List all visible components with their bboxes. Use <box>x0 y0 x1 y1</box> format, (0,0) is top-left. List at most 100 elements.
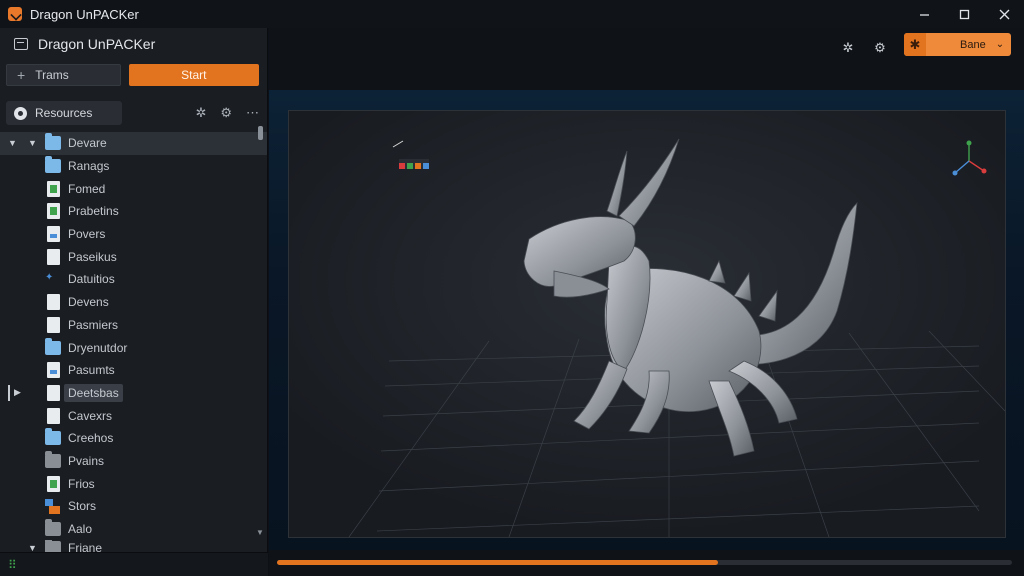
spreadsheet-file-icon <box>47 203 60 220</box>
3d-viewport[interactable] <box>288 110 1006 538</box>
stack-icon <box>45 498 60 514</box>
tree-item[interactable]: Prabetins <box>0 200 267 223</box>
tab-resources[interactable]: Resources <box>6 101 122 125</box>
tree-item[interactable]: Pasumts <box>0 359 267 382</box>
tree-item[interactable]: Dryenutdor <box>0 336 267 359</box>
tree-item-label: Dryenutdor <box>68 340 128 355</box>
tree-item[interactable]: Fomed <box>0 177 267 200</box>
resource-tools: ✲ ⚙ ⋯ <box>195 105 259 121</box>
tree-item-label: Stors <box>68 499 97 514</box>
trams-button[interactable]: + Trams <box>6 64 121 86</box>
file-icon <box>47 248 60 265</box>
tree-item[interactable]: Creehos <box>0 427 267 450</box>
chevron-down-icon: ⌄ <box>995 39 1005 50</box>
resources-icon <box>14 106 27 120</box>
progress-bar <box>277 560 1012 565</box>
tree-item-label: Ranags <box>68 159 110 174</box>
star-icon: ✱ <box>904 33 926 56</box>
maximize-icon <box>959 9 969 19</box>
tree-item[interactable]: Povers <box>0 223 267 246</box>
expand-arrow-icon[interactable]: ▼ <box>8 138 17 148</box>
document-file-icon <box>47 362 60 379</box>
resource-panel: Dragon UnPACKer + Trams Start Resources … <box>0 28 268 576</box>
collapse-arrow-icon[interactable]: ▶ <box>14 387 21 398</box>
tree-item-label: Aalo <box>68 522 93 537</box>
panel-header: Dragon UnPACKer <box>0 28 267 60</box>
action-row: + Trams Start <box>0 60 267 90</box>
start-button[interactable]: Start <box>128 64 259 86</box>
tree-item-highlighted[interactable]: ▶ Deetsbas <box>0 382 267 405</box>
tree-item[interactable]: Aalo <box>0 518 267 541</box>
spreadsheet-file-icon <box>47 180 60 197</box>
minimize-button[interactable] <box>904 0 944 28</box>
loading-icon[interactable]: ✲ <box>840 40 856 56</box>
settings-icon[interactable]: ⚙ <box>872 40 888 56</box>
tree-item[interactable]: Pasmiers <box>0 314 267 337</box>
mode-dropdown[interactable]: ✱ Bane ⌄ <box>904 33 1011 56</box>
close-button[interactable] <box>984 0 1024 28</box>
data-file-icon <box>45 272 63 285</box>
minimize-icon <box>919 13 929 16</box>
tree-item-label: Pasmiers <box>68 317 119 332</box>
folder-icon <box>45 519 61 537</box>
folder-icon <box>45 428 61 446</box>
folder-icon <box>45 337 61 355</box>
close-icon <box>999 9 1009 19</box>
file-icon <box>47 316 60 333</box>
tree-item-label: Cavexrs <box>68 408 113 423</box>
start-label: Start <box>181 68 207 82</box>
folder-icon <box>45 133 61 151</box>
tree-item[interactable]: Devens <box>0 291 267 314</box>
progress-fill <box>277 560 718 565</box>
mode-dropdown-label: Bane <box>960 38 986 51</box>
resources-row: Resources ✲ ⚙ ⋯ <box>0 98 267 128</box>
status-grid-icon: ⠿ <box>8 557 17 572</box>
file-icon <box>47 294 60 311</box>
plus-icon: + <box>17 67 26 83</box>
loading-icon[interactable]: ✲ <box>195 105 206 121</box>
tree-item[interactable]: Paseikus <box>0 245 267 268</box>
tree-item[interactable]: Stors <box>0 495 267 518</box>
tree-item-label: Prabetins <box>68 204 119 219</box>
tree-item-label: Deetsbas <box>64 383 123 402</box>
tree-item-devare[interactable]: ▼ ▼ Devare <box>0 132 267 155</box>
tree-item-label: Devare <box>68 136 107 151</box>
window-title: Dragon UnPACKer <box>30 6 139 22</box>
title-bar: Dragon UnPACKer <box>0 0 1024 28</box>
tree-item-label: Pvains <box>68 453 105 468</box>
tree-item-label: Fomed <box>68 181 106 196</box>
spreadsheet-file-icon <box>47 475 60 492</box>
tree-item[interactable]: Frios <box>0 472 267 495</box>
expand-arrow-icon[interactable]: ▼ <box>28 138 37 148</box>
scroll-down-icon[interactable]: ▼ <box>256 528 264 537</box>
package-icon <box>14 38 28 50</box>
tree-item[interactable]: Pvains <box>0 450 267 473</box>
dragon-model-render <box>289 111 1006 538</box>
document-file-icon <box>47 226 60 243</box>
viewport-toolbar: ✲ ⚙ ✱ Bane ⌄ <box>269 28 1024 90</box>
tree-item[interactable]: Ranags <box>0 155 267 178</box>
tree-item-label: Creehos <box>68 431 114 446</box>
file-icon <box>47 407 60 424</box>
tree-item-label: Frios <box>68 476 95 491</box>
tree-item-label: Pasumts <box>68 363 115 378</box>
file-tree: ▼ ▼ Devare Ranags Fomed Prabetins Povers… <box>0 132 267 556</box>
trams-label: Trams <box>35 68 69 82</box>
selection-marker <box>8 384 10 401</box>
maximize-button[interactable] <box>944 0 984 28</box>
tree-item-label: Povers <box>68 227 106 242</box>
window-controls <box>904 0 1024 28</box>
folder-icon <box>45 156 61 174</box>
scrollbar-thumb[interactable] <box>258 126 263 140</box>
status-bar: ⠿ <box>0 552 268 576</box>
tree-item-label: Devens <box>68 295 109 310</box>
tree-item-label: Datuitios <box>68 272 115 287</box>
tree-item[interactable]: Cavexrs <box>0 404 267 427</box>
tree-item[interactable]: Datuitios <box>0 268 267 291</box>
file-icon <box>47 384 60 401</box>
gear-icon[interactable]: ⚙ <box>220 105 232 121</box>
app-logo-icon <box>8 7 22 21</box>
resources-label: Resources <box>35 106 93 120</box>
panel-title: Dragon UnPACKer <box>38 36 156 52</box>
more-icon[interactable]: ⋯ <box>246 105 259 121</box>
